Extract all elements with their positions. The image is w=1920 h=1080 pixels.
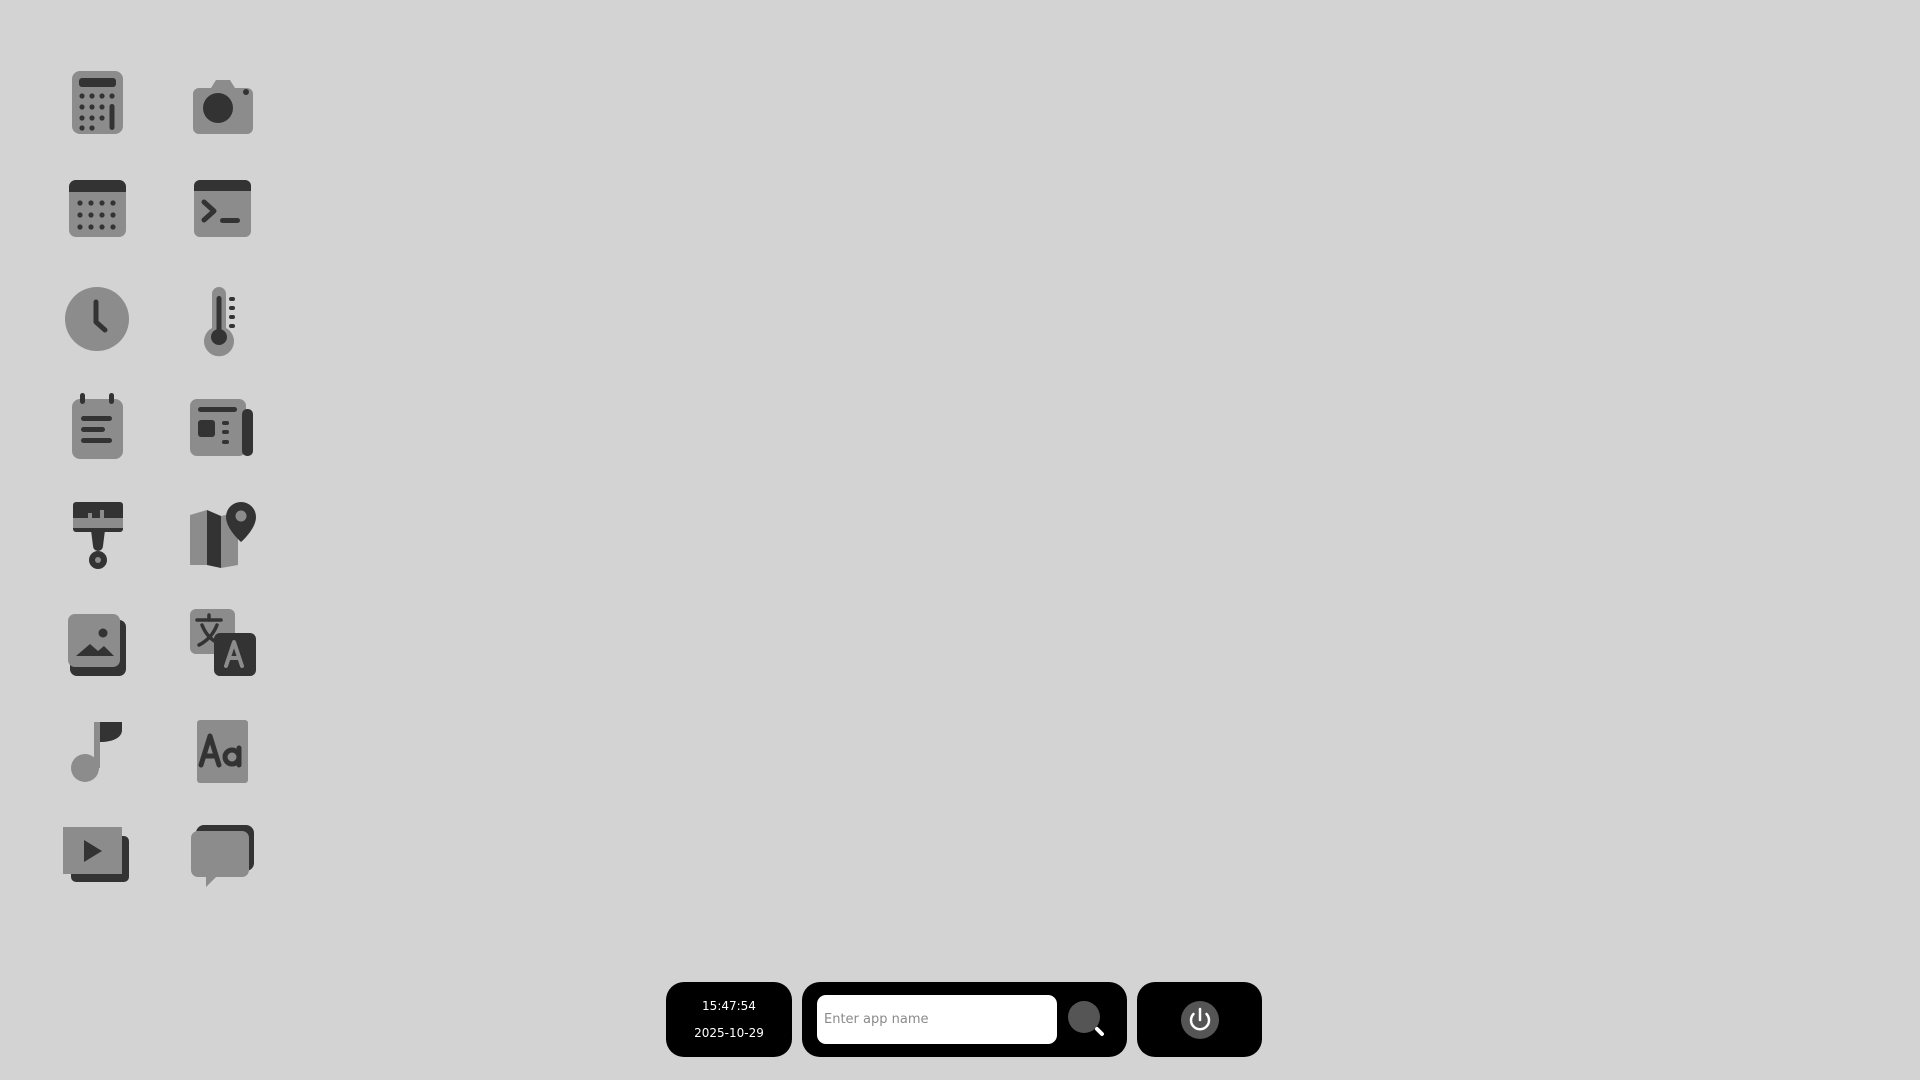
paint-brush-icon (73, 502, 123, 569)
clock-icon (65, 287, 129, 351)
current-date: 2025-10-29 (694, 1026, 764, 1040)
news-icon (190, 399, 253, 456)
calendar-icon (69, 180, 126, 237)
camera-icon (193, 80, 253, 134)
clock-widget: 15:47:54 2025-10-29 (666, 982, 792, 1057)
app-video[interactable] (60, 822, 136, 898)
app-icon-grid (60, 66, 261, 898)
search-button[interactable] (1067, 1000, 1107, 1040)
search-icon (1068, 1000, 1104, 1036)
app-chat[interactable] (185, 822, 261, 898)
music-icon (71, 722, 122, 782)
desktop: 15:47:54 2025-10-29 (0, 0, 1920, 1080)
app-photos[interactable] (60, 606, 136, 682)
app-thermometer[interactable] (185, 282, 261, 358)
app-maps[interactable] (185, 498, 261, 574)
calculator-icon (72, 71, 123, 134)
notes-icon (72, 393, 123, 459)
taskbar: 15:47:54 2025-10-29 (666, 982, 1262, 1057)
app-search-bar (802, 982, 1127, 1057)
app-camera[interactable] (185, 66, 261, 142)
app-fonts[interactable] (185, 714, 261, 790)
app-translate[interactable] (185, 606, 261, 682)
power-icon (1180, 1000, 1219, 1039)
app-search-input[interactable] (817, 995, 1057, 1044)
app-calculator[interactable] (60, 66, 136, 142)
chat-icon (191, 825, 254, 887)
power-panel (1137, 982, 1262, 1057)
video-player-icon (63, 827, 129, 882)
power-button[interactable] (1180, 1000, 1220, 1040)
font-icon (197, 720, 248, 783)
app-calendar[interactable] (60, 174, 136, 250)
app-paint[interactable] (60, 498, 136, 574)
photos-icon (68, 614, 126, 676)
app-music[interactable] (60, 714, 136, 790)
app-news[interactable] (185, 390, 261, 466)
translate-icon (190, 609, 256, 676)
app-notes[interactable] (60, 390, 136, 466)
app-terminal[interactable] (185, 174, 261, 250)
current-time: 15:47:54 (702, 999, 756, 1013)
thermometer-icon (204, 287, 235, 357)
terminal-icon (194, 180, 251, 237)
map-icon (190, 502, 256, 568)
app-clock[interactable] (60, 282, 136, 358)
